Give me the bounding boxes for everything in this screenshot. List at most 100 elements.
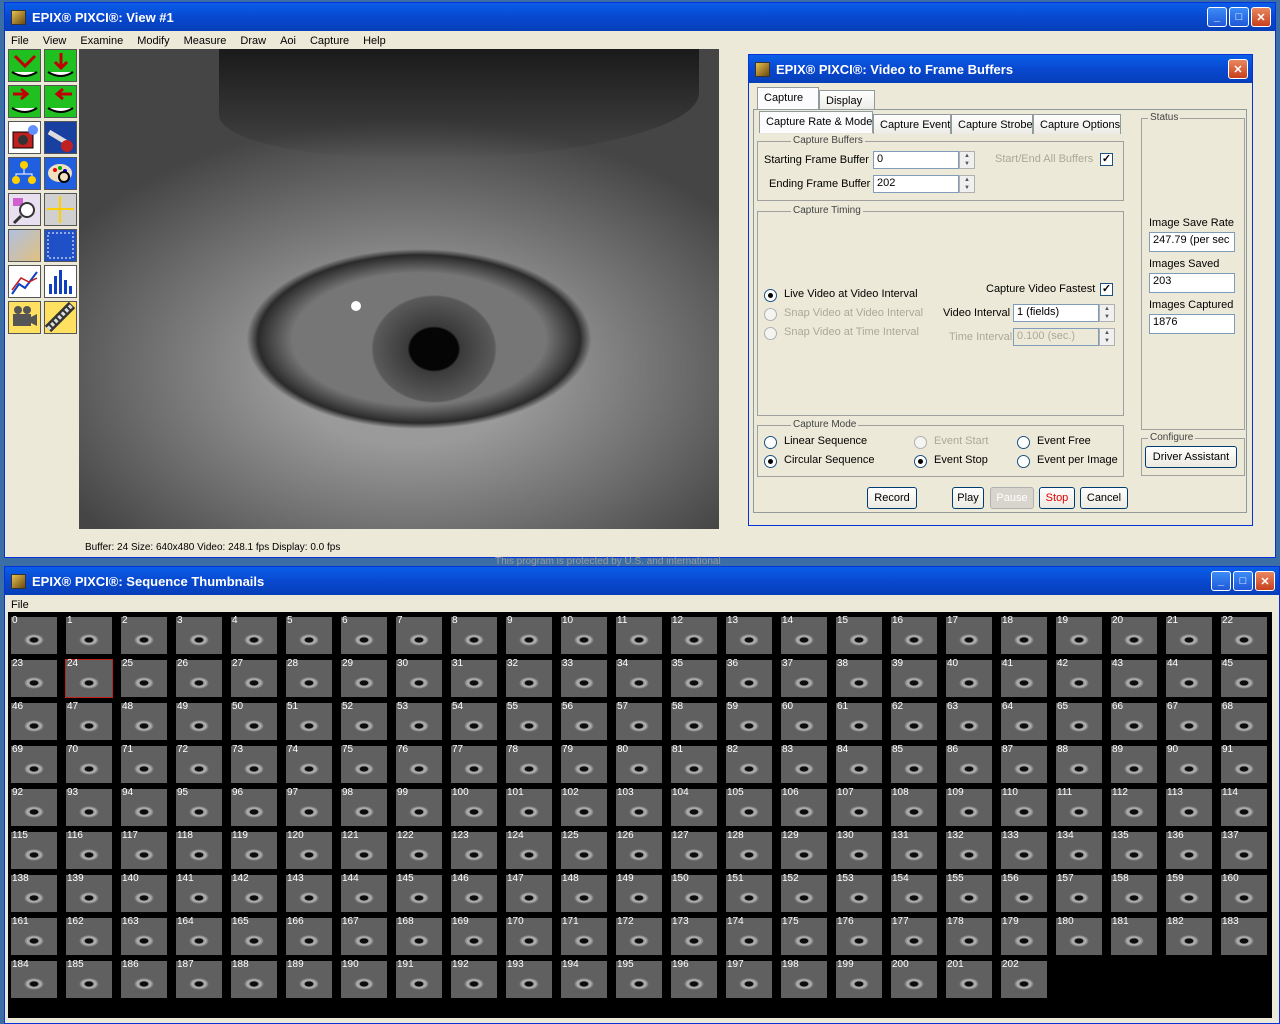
driver-assistant-button[interactable]: Driver Assistant: [1145, 446, 1237, 468]
thumbnail-frame[interactable]: 116: [66, 830, 112, 869]
minimize-button[interactable]: _: [1207, 7, 1227, 27]
thumbnail-frame[interactable]: 188: [231, 959, 277, 998]
thumbnail-frame[interactable]: 42: [1056, 658, 1102, 697]
thumbnail-frame[interactable]: 171: [561, 916, 607, 955]
cancel-button[interactable]: Cancel: [1080, 487, 1128, 509]
thumbnail-frame[interactable]: 138: [11, 873, 57, 912]
event-per-image-radio[interactable]: [1017, 455, 1030, 468]
thumbnail-frame[interactable]: 117: [121, 830, 167, 869]
thumbnail-frame[interactable]: 143: [286, 873, 332, 912]
thumbnail-frame[interactable]: 24: [65, 658, 113, 698]
thumbnail-frame[interactable]: 103: [616, 787, 662, 826]
thumbnail-frame[interactable]: 58: [671, 701, 717, 740]
video-interval-spinner[interactable]: ▲ ▼: [1099, 304, 1115, 322]
thumbnail-frame[interactable]: 134: [1056, 830, 1102, 869]
thumbnail-frame[interactable]: 19: [1056, 615, 1102, 654]
thumbnail-frame[interactable]: 26: [176, 658, 222, 697]
thumbnail-frame[interactable]: 141: [176, 873, 222, 912]
thumbnail-frame[interactable]: 59: [726, 701, 772, 740]
thumbnail-frame[interactable]: 41: [1001, 658, 1047, 697]
thumbnail-frame[interactable]: 149: [616, 873, 662, 912]
video-camera-icon[interactable]: [8, 301, 41, 334]
line-graph-icon[interactable]: [8, 265, 41, 298]
thumbnail-frame[interactable]: 6: [341, 615, 387, 654]
thumbnail-frame[interactable]: 25: [121, 658, 167, 697]
thumbnail-frame[interactable]: 88: [1056, 744, 1102, 783]
thumbnail-frame[interactable]: 92: [11, 787, 57, 826]
thumbnail-frame[interactable]: 177: [891, 916, 937, 955]
thumbnail-frame[interactable]: 122: [396, 830, 442, 869]
eye-image-display[interactable]: [79, 49, 719, 529]
magnifier-icon[interactable]: [8, 193, 41, 226]
thumbnail-frame[interactable]: 112: [1111, 787, 1157, 826]
thumbnail-frame[interactable]: 57: [616, 701, 662, 740]
thumbnail-frame[interactable]: 124: [506, 830, 552, 869]
thumbnail-frame[interactable]: 106: [781, 787, 827, 826]
capture-live-icon[interactable]: [44, 49, 77, 82]
thumbnail-frame[interactable]: 159: [1166, 873, 1212, 912]
thumbnail-frame[interactable]: 175: [781, 916, 827, 955]
menu-view[interactable]: View: [43, 35, 67, 47]
thumbnail-frame[interactable]: 105: [726, 787, 772, 826]
thumbnail-frame[interactable]: 167: [341, 916, 387, 955]
play-button[interactable]: Play: [952, 487, 984, 509]
thumbnail-frame[interactable]: 111: [1056, 787, 1102, 826]
thumbnail-frame[interactable]: 160: [1221, 873, 1267, 912]
ending-frame-buffer-field[interactable]: 202: [873, 175, 959, 193]
thumbnail-frame[interactable]: 63: [946, 701, 992, 740]
thumbnail-frame[interactable]: 38: [836, 658, 882, 697]
thumbnail-frame[interactable]: 144: [341, 873, 387, 912]
thumbnail-frame[interactable]: 48: [121, 701, 167, 740]
menu-capture[interactable]: Capture: [310, 35, 349, 47]
thumbnail-frame[interactable]: 115: [11, 830, 57, 869]
menu-measure[interactable]: Measure: [184, 35, 227, 47]
thumbnail-frame[interactable]: 113: [1166, 787, 1212, 826]
thumbnail-frame[interactable]: 76: [396, 744, 442, 783]
thumbnail-frame[interactable]: 72: [176, 744, 222, 783]
thumbnail-frame[interactable]: 56: [561, 701, 607, 740]
live-video-radio[interactable]: [764, 289, 777, 302]
thumbnail-frame[interactable]: 198: [781, 959, 827, 998]
thumbnail-frame[interactable]: 46: [11, 701, 57, 740]
thumbnail-frame[interactable]: 20: [1111, 615, 1157, 654]
start-end-all-buffers-checkbox[interactable]: ✓: [1100, 153, 1113, 166]
thumbnail-frame[interactable]: 155: [946, 873, 992, 912]
thumbnail-frame[interactable]: 28: [286, 658, 332, 697]
thumbnail-frame[interactable]: 128: [726, 830, 772, 869]
thumbnail-frame[interactable]: 55: [506, 701, 552, 740]
thumbnail-frame[interactable]: 43: [1111, 658, 1157, 697]
thumbnail-frame[interactable]: 80: [616, 744, 662, 783]
pause-button[interactable]: Pause: [990, 487, 1034, 509]
thumbnail-frame[interactable]: 101: [506, 787, 552, 826]
thumbnail-frame[interactable]: 12: [671, 615, 717, 654]
thumbnail-frame[interactable]: 79: [561, 744, 607, 783]
thumbnail-frame[interactable]: 125: [561, 830, 607, 869]
thumbnail-frame[interactable]: 87: [1001, 744, 1047, 783]
dialog-close-button[interactable]: ✕: [1228, 59, 1248, 79]
thumbnail-frame[interactable]: 53: [396, 701, 442, 740]
thumbnail-frame[interactable]: 23: [11, 658, 57, 697]
thumbnail-frame[interactable]: 62: [891, 701, 937, 740]
thumbnail-frame[interactable]: 61: [836, 701, 882, 740]
event-free-radio[interactable]: [1017, 436, 1030, 449]
thumbnail-frame[interactable]: 104: [671, 787, 717, 826]
thumbnail-frame[interactable]: 199: [836, 959, 882, 998]
thumbnail-frame[interactable]: 68: [1221, 701, 1267, 740]
thumbnail-frame[interactable]: 151: [726, 873, 772, 912]
tab-capture-options[interactable]: Capture Options: [1033, 114, 1121, 134]
snap-time-interval-radio[interactable]: [764, 327, 777, 340]
thumbnail-frame[interactable]: 162: [66, 916, 112, 955]
thumbnail-frame[interactable]: 173: [671, 916, 717, 955]
thumbnail-frame[interactable]: 9: [506, 615, 552, 654]
thumbnail-frame[interactable]: 100: [451, 787, 497, 826]
thumbnail-frame[interactable]: 174: [726, 916, 772, 955]
thumbnail-frame[interactable]: 1: [66, 615, 112, 654]
starting-frame-buffer-spinner[interactable]: ▲ ▼: [959, 151, 975, 169]
thumbnail-frame[interactable]: 156: [1001, 873, 1047, 912]
save-image-icon[interactable]: [44, 85, 77, 118]
thumbnail-frame[interactable]: 163: [121, 916, 167, 955]
tab-capture[interactable]: Capture: [757, 87, 819, 109]
thumbnail-frame[interactable]: 44: [1166, 658, 1212, 697]
thumbs-menu-file[interactable]: File: [11, 599, 29, 611]
thumbnail-frame[interactable]: 127: [671, 830, 717, 869]
